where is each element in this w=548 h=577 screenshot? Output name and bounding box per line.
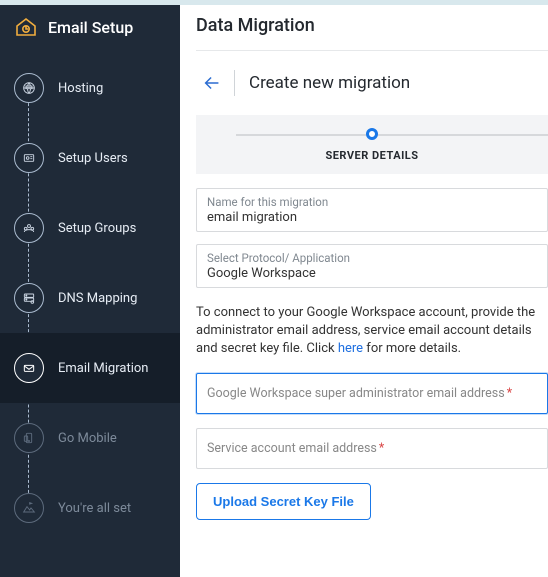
migration-form: Name for this migration email migration … (196, 174, 548, 520)
required-mark: * (507, 386, 512, 401)
field-value: Google Workspace (207, 265, 537, 281)
arrow-left-icon (201, 72, 223, 94)
field-value: email migration (207, 209, 537, 225)
sidebar-item-setup-users[interactable]: Setup Users (0, 123, 180, 193)
sidebar-item-label: Hosting (58, 81, 103, 96)
server-icon (14, 283, 44, 313)
mobile-icon (14, 423, 44, 453)
sidebar-item-label: Setup Groups (58, 221, 136, 236)
sidebar-item-setup-groups[interactable]: Setup Groups (0, 193, 180, 263)
field-label: Name for this migration (207, 195, 537, 209)
info-text: To connect to your Google Workspace acco… (196, 300, 548, 373)
sidebar-item-label: Go Mobile (58, 431, 117, 446)
app-title: Email Setup (48, 18, 133, 37)
upload-secret-key-button[interactable]: Upload Secret Key File (196, 483, 371, 520)
protocol-select[interactable]: Select Protocol/ Application Google Work… (196, 244, 548, 288)
back-button[interactable] (196, 67, 228, 99)
subheader: Create new migration (196, 51, 548, 115)
migration-name-field[interactable]: Name for this migration email migration (196, 188, 548, 232)
sidebar-item-label: You're all set (58, 501, 131, 516)
sidebar-item-email-migration[interactable]: Email Migration (0, 333, 180, 403)
sidebar: Email Setup Hosting (0, 5, 180, 577)
info-link[interactable]: here (338, 341, 363, 356)
info-text-suffix: for more details. (363, 341, 461, 356)
app-logo-icon (14, 15, 38, 39)
sidebar-item-label: Setup Users (58, 151, 128, 166)
placeholder-text: Google Workspace super administrator ema… (207, 386, 505, 401)
divider (234, 70, 235, 96)
sidebar-nav: Hosting Setup Users (0, 53, 180, 543)
globe-icon (14, 73, 44, 103)
required-mark: * (379, 441, 384, 456)
step-line (236, 134, 548, 136)
admin-email-input[interactable]: Google Workspace super administrator ema… (196, 373, 548, 414)
placeholder-text: Service account email address (207, 441, 377, 456)
sidebar-item-dns-mapping[interactable]: DNS Mapping (0, 263, 180, 333)
step-dot-active (366, 128, 378, 140)
step-label: SERVER DETAILS (196, 149, 548, 162)
sidebar-item-label: DNS Mapping (58, 291, 137, 306)
sidebar-item-label: Email Migration (58, 361, 148, 376)
page-subtitle: Create new migration (249, 73, 410, 93)
group-icon (14, 213, 44, 243)
service-email-input[interactable]: Service account email address* (196, 428, 548, 469)
page-title: Data Migration (196, 11, 548, 51)
main-panel: Data Migration Create new migration SERV… (180, 5, 548, 577)
envelope-icon (14, 353, 44, 383)
field-label: Select Protocol/ Application (207, 251, 537, 265)
sidebar-item-all-set[interactable]: You're all set (0, 473, 180, 543)
id-badge-icon (14, 143, 44, 173)
mountain-flag-icon (14, 493, 44, 523)
wizard-steps: SERVER DETAILS (196, 115, 548, 174)
sidebar-item-go-mobile[interactable]: Go Mobile (0, 403, 180, 473)
sidebar-item-hosting[interactable]: Hosting (0, 53, 180, 123)
app-header: Email Setup (0, 5, 180, 53)
